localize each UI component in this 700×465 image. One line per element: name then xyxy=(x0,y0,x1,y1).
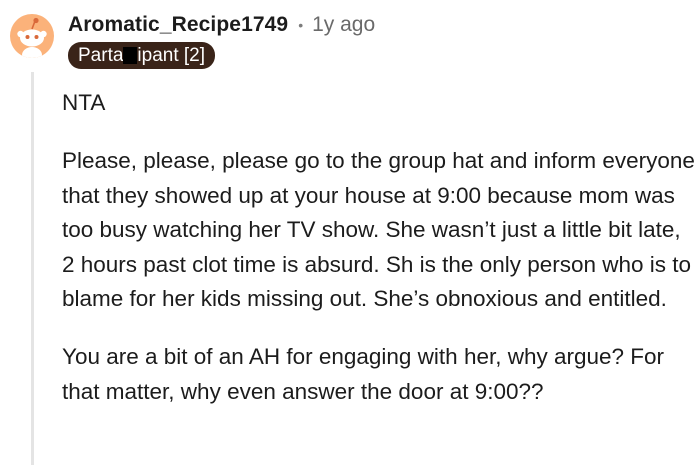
meta-separator: • xyxy=(298,17,304,33)
comment-paragraph: Please, please, please go to the group h… xyxy=(62,148,695,311)
redaction-block xyxy=(123,47,138,64)
flair-text-prefix: Parta xyxy=(78,45,124,66)
user-flair-badge: Parta ipant [2] xyxy=(68,42,216,69)
username-link[interactable]: Aromatic_Recipe1749 xyxy=(68,13,288,37)
comment-body: NTA Please, please, please go to the gro… xyxy=(62,86,698,433)
flair-text-suffix: ipant [2] xyxy=(137,45,206,66)
comment-header: Aromatic_Recipe1749 • 1y ago xyxy=(68,10,375,40)
thread-collapse-line[interactable] xyxy=(31,72,34,465)
comment-paragraph: NTA xyxy=(62,90,106,115)
comment: Aromatic_Recipe1749 • 1y ago Parta ipant … xyxy=(0,0,700,465)
comment-age: 1y ago xyxy=(312,13,376,36)
snoo-avatar-icon xyxy=(17,17,47,58)
user-avatar[interactable] xyxy=(10,14,54,58)
comment-paragraph: You are a bit of an AH for engaging with… xyxy=(62,344,665,404)
